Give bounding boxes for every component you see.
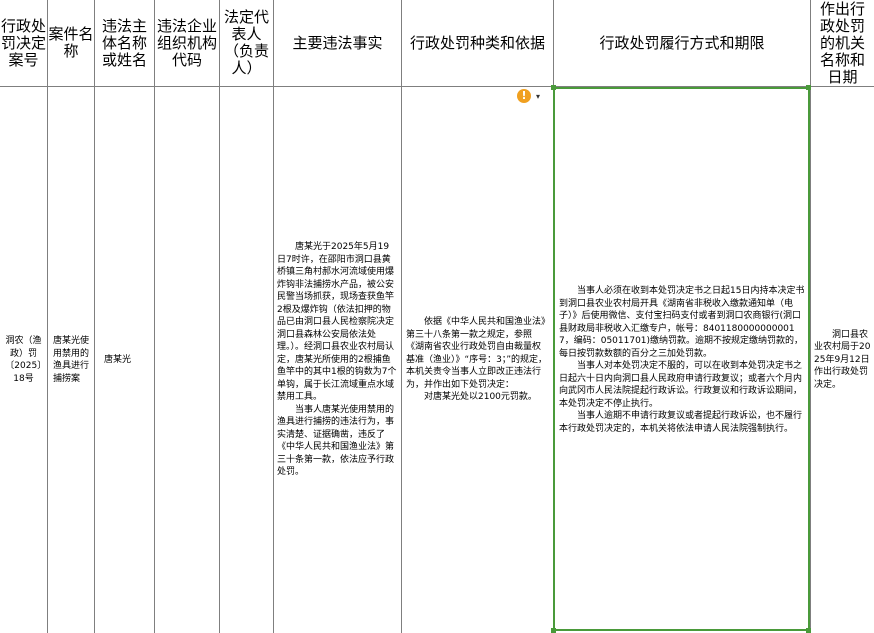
- header-org-code[interactable]: 违法企业组织机构代码: [155, 0, 219, 86]
- header-case-number[interactable]: 行政处罚决定案号: [0, 0, 47, 86]
- header-penalty-basis[interactable]: 行政处罚种类和依据: [402, 0, 553, 86]
- header-authority-date[interactable]: 作出行政处罚的机关名称和日期: [811, 0, 874, 86]
- selection-handle[interactable]: [551, 628, 556, 633]
- header-case-name[interactable]: 案件名称: [48, 0, 94, 86]
- penalty-paragraph: 对唐某光处以2100元罚款。: [424, 392, 537, 403]
- facts-paragraph: 当事人唐某光使用禁用的渔具进行捕捞的违法行为，事实清楚、证据确凿，违反了《中华人…: [277, 404, 395, 478]
- cell-legal-rep[interactable]: [220, 87, 273, 633]
- spreadsheet-table: 行政处罚决定案号 案件名称 违法主体名称或姓名 违法企业组织机构代码 法定代表人…: [0, 0, 874, 633]
- cell-facts[interactable]: 唐某光于2025年5月19日7时许，在邵阳市洞口县黄桥镇三角村郝水河流域使用爆炸…: [274, 87, 401, 633]
- case-name-text: 唐某光使用禁用的渔具进行捕捞案: [53, 336, 90, 384]
- cell-org-code[interactable]: [155, 87, 219, 633]
- header-party-name[interactable]: 违法主体名称或姓名: [95, 0, 154, 86]
- chevron-down-icon: ▾: [536, 91, 541, 101]
- penalty-paragraph: 依据《中华人民共和国渔业法》第三十八条第一款之规定，参照《湖南省农业行政处罚自由…: [406, 317, 548, 390]
- performance-paragraph: 当事人对本处罚决定不服的，可以在收到本处罚决定书之日起六十日内向洞口县人民政府申…: [559, 361, 803, 409]
- performance-paragraph: 当事人逾期不申请行政复议或者提起行政诉讼，也不履行本行政处罚决定的，本机关将依法…: [559, 411, 803, 434]
- selection-handle[interactable]: [551, 85, 556, 90]
- error-indicator-button[interactable]: ! ▾: [517, 89, 540, 103]
- cell-performance[interactable]: 当事人必须在收到本处罚决定书之日起15日内持本决定书到洞口县农业农村局开具《湖南…: [554, 87, 810, 633]
- cell-authority-date[interactable]: 洞口县农业农村局于2025年9月12日作出行政处罚决定。: [811, 87, 874, 633]
- warning-icon: !: [517, 89, 531, 103]
- selection-handle[interactable]: [806, 628, 811, 633]
- cell-case-name[interactable]: 唐某光使用禁用的渔具进行捕捞案: [48, 87, 94, 633]
- facts-paragraph: 唐某光于2025年5月19日7时许，在邵阳市洞口县黄桥镇三角村郝水河流域使用爆炸…: [277, 242, 397, 403]
- authority-text: 洞口县农业农村局于2025年9月12日作出行政处罚决定。: [814, 329, 871, 390]
- cell-penalty-basis[interactable]: 依据《中华人民共和国渔业法》第三十八条第一款之规定，参照《湖南省农业行政处罚自由…: [402, 87, 553, 633]
- header-legal-rep[interactable]: 法定代表人（负责人）: [220, 0, 273, 86]
- cell-case-number[interactable]: 洞农（渔政）罚〔2025〕18号: [0, 87, 47, 633]
- case-number-text: 洞农（渔政）罚〔2025〕18号: [5, 336, 42, 384]
- header-performance[interactable]: 行政处罚履行方式和期限: [554, 0, 810, 86]
- performance-paragraph: 当事人必须在收到本处罚决定书之日起15日内持本决定书到洞口县农业农村局开具《湖南…: [559, 286, 805, 359]
- cell-party-name[interactable]: 唐某光: [95, 87, 154, 633]
- header-facts[interactable]: 主要违法事实: [274, 0, 401, 86]
- party-name-text: 唐某光: [104, 354, 132, 365]
- selection-handle[interactable]: [806, 85, 811, 90]
